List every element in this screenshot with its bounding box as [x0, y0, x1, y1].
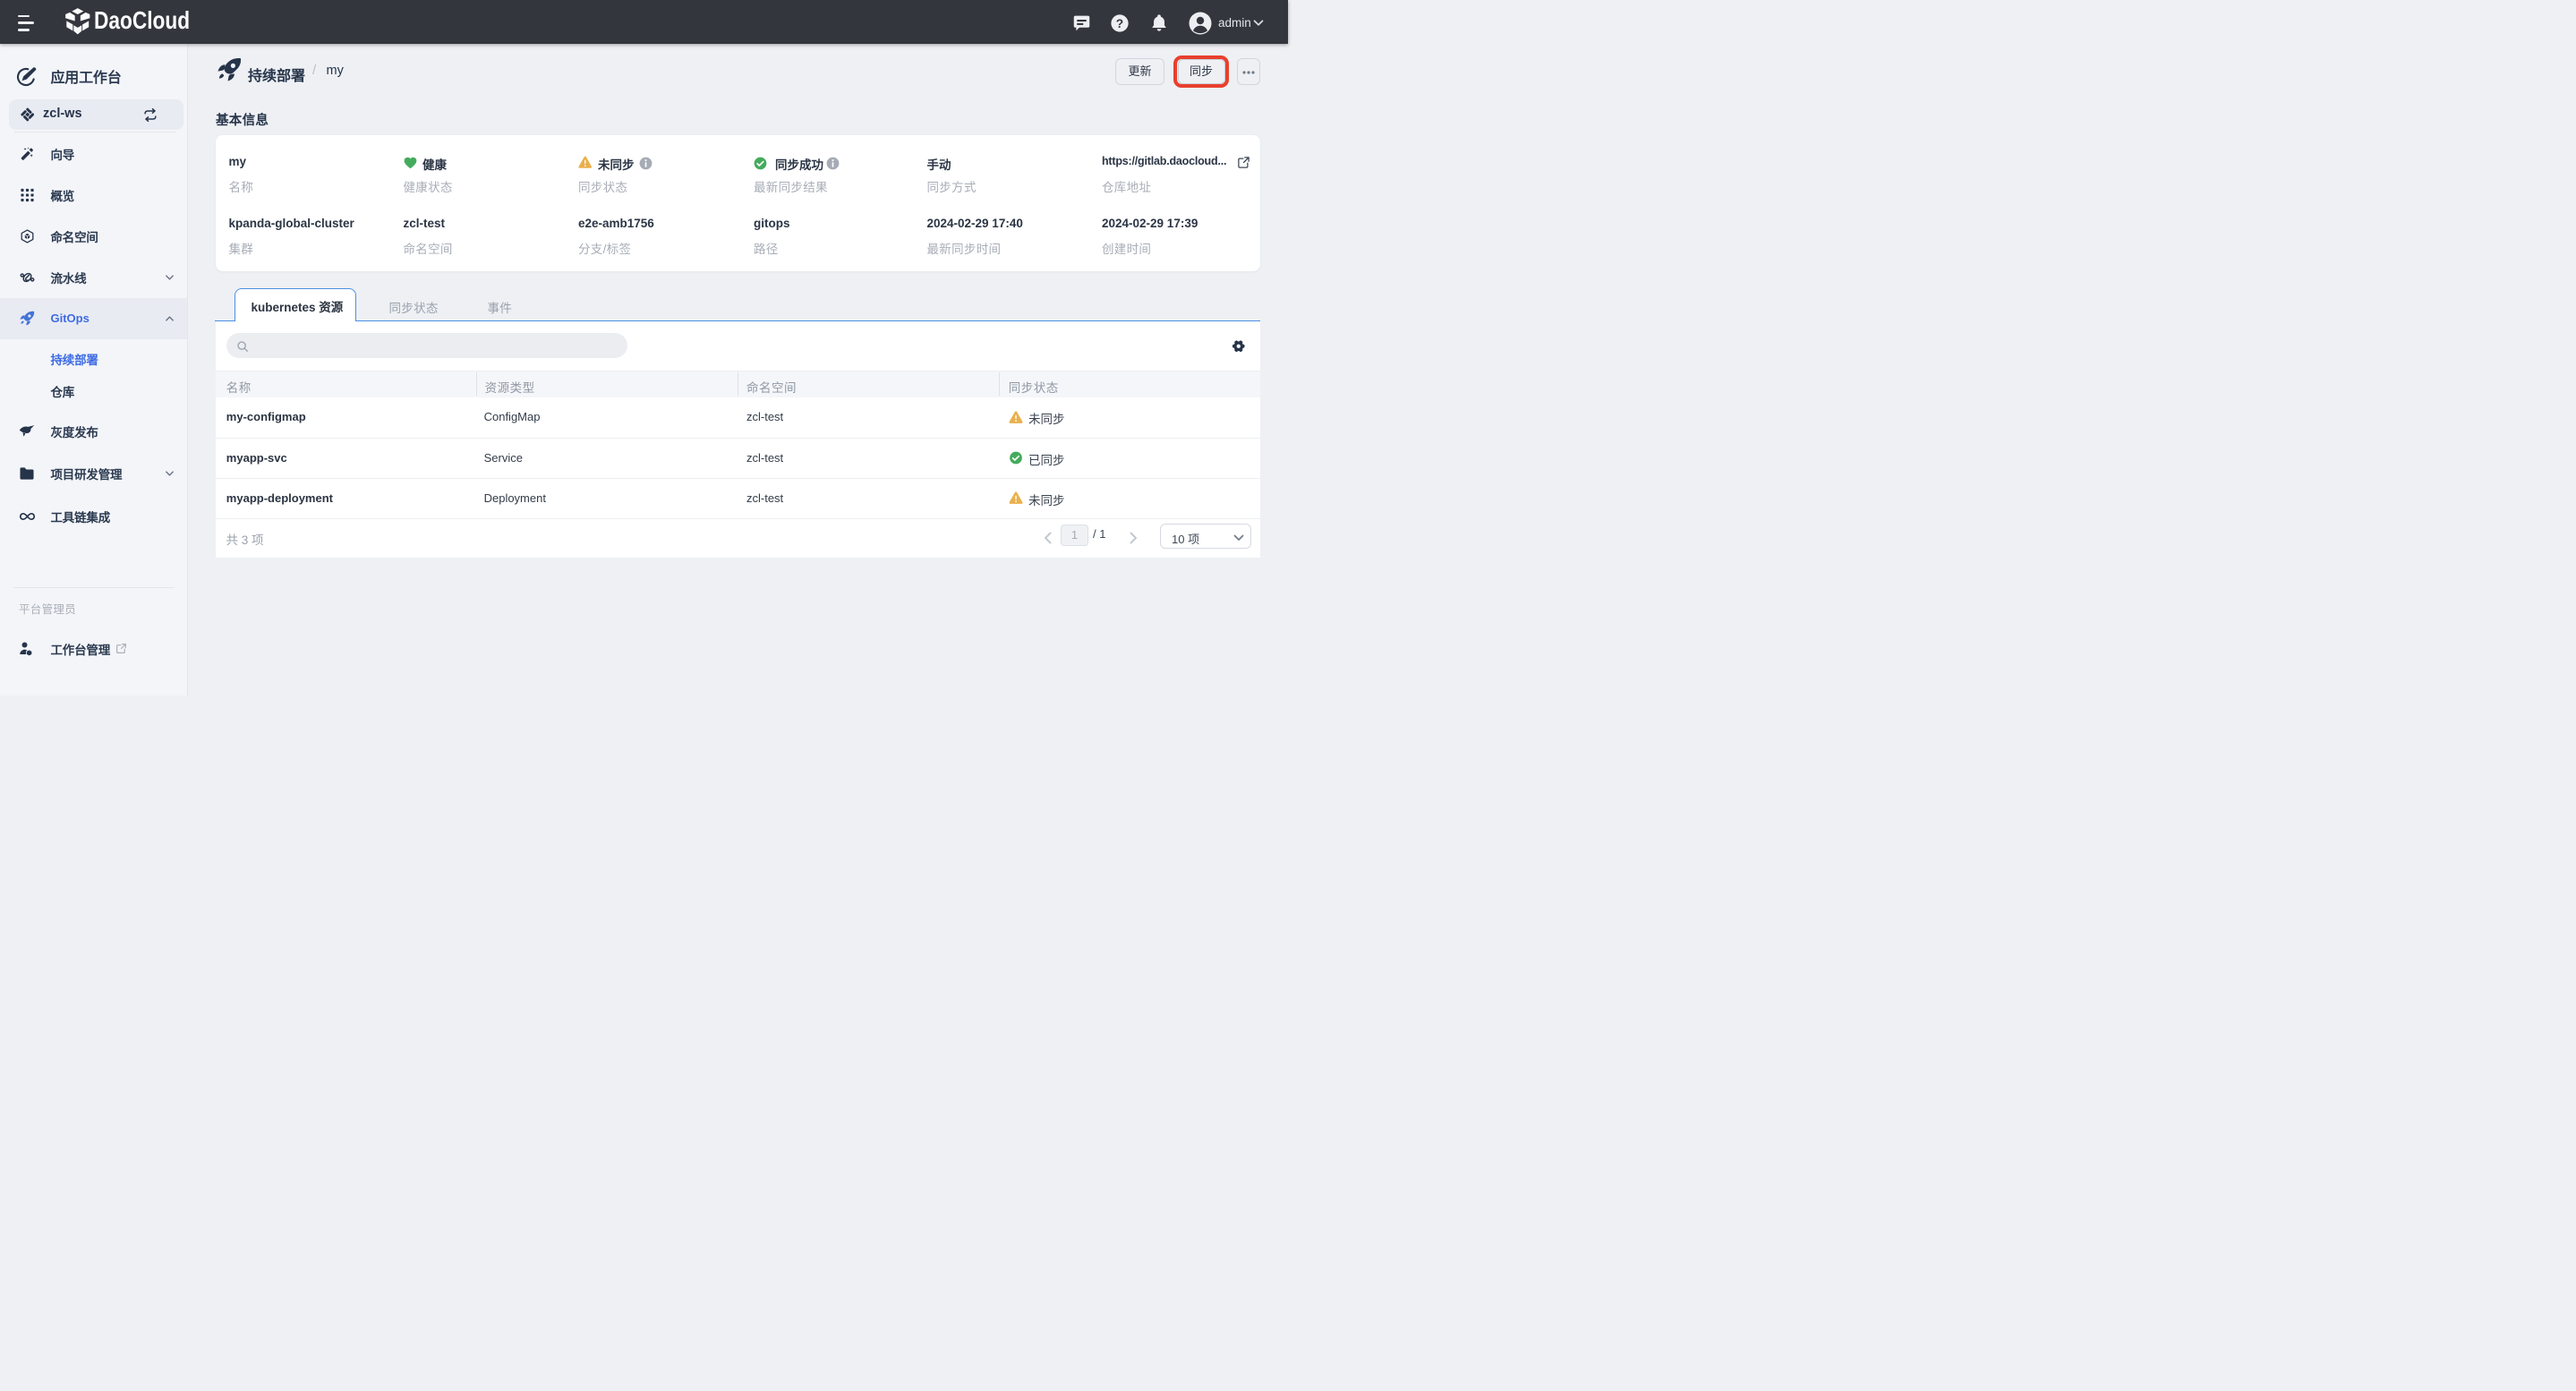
svg-text:?: ?: [1116, 16, 1123, 30]
